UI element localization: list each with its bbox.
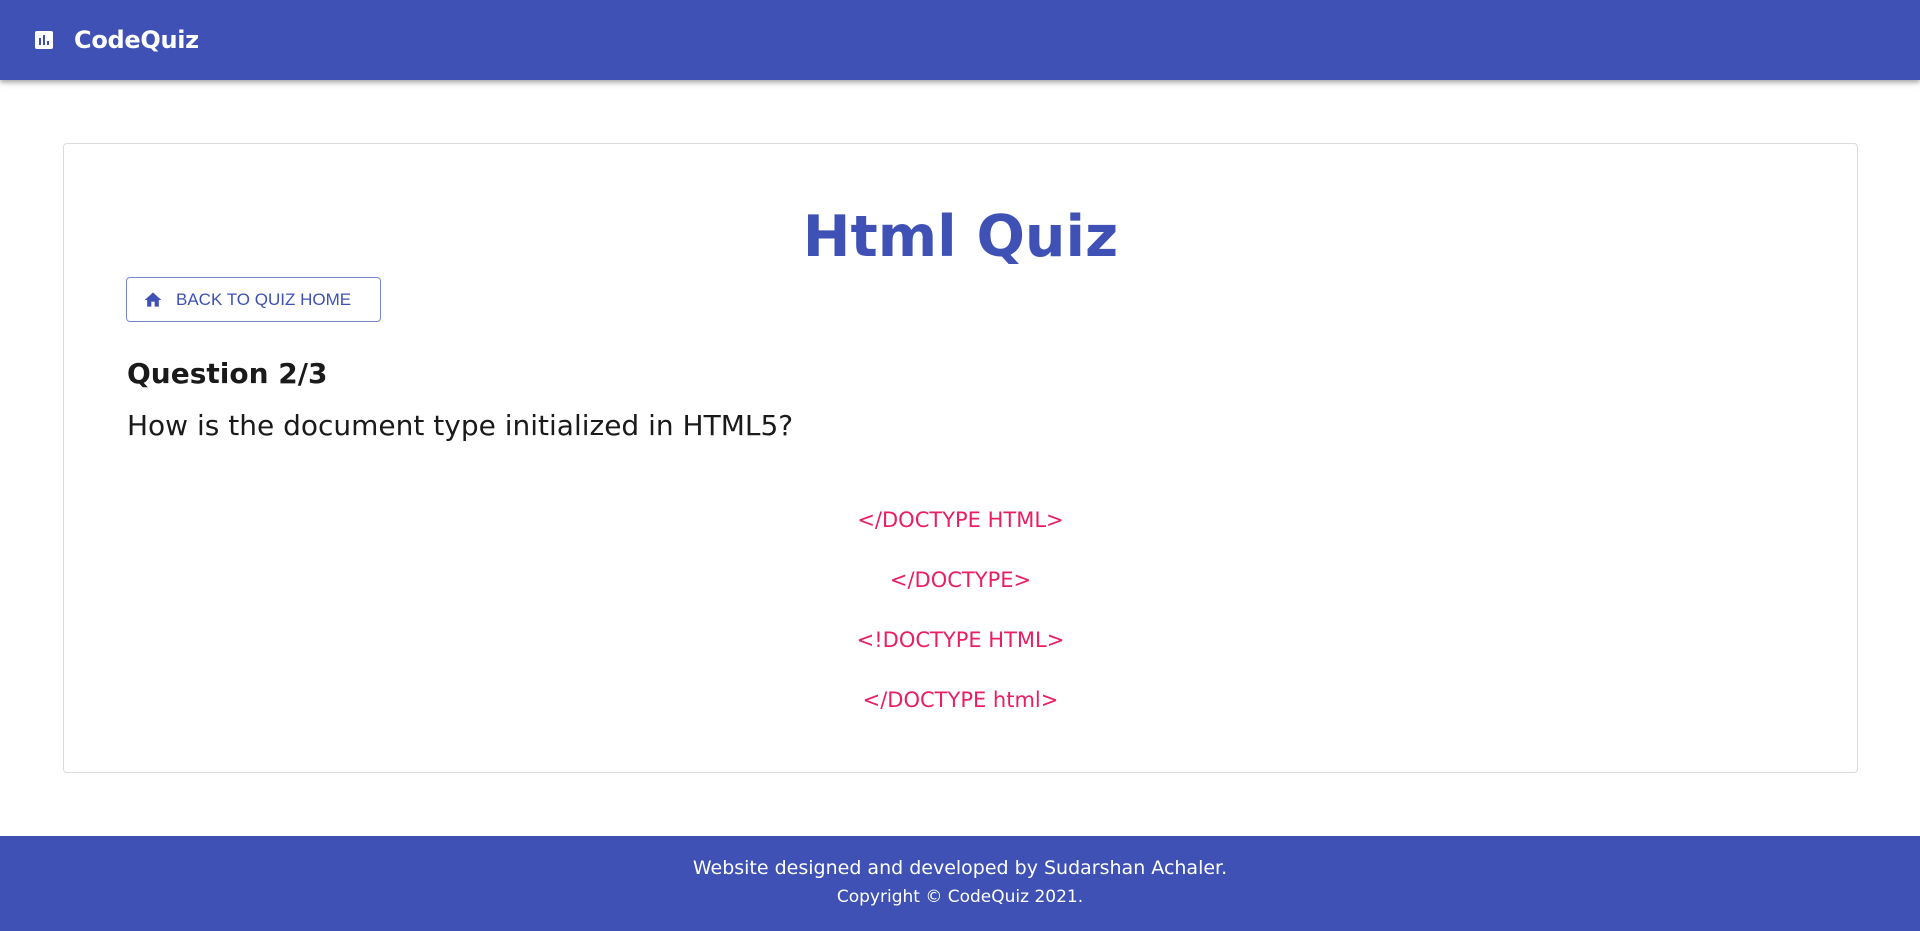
answer-option[interactable]: </DOCTYPE HTML>: [64, 490, 1857, 550]
footer-copyright: Copyright © CodeQuiz 2021.: [836, 887, 1084, 907]
question-number: Question 2/3: [127, 357, 328, 390]
answer-option-label[interactable]: </DOCTYPE html>: [863, 688, 1059, 712]
answer-option-label[interactable]: <!DOCTYPE HTML>: [857, 628, 1065, 652]
answer-options: </DOCTYPE HTML> </DOCTYPE> <!DOCTYPE HTM…: [64, 490, 1857, 730]
answer-option[interactable]: </DOCTYPE>: [64, 550, 1857, 610]
back-to-quiz-home-button[interactable]: Back to Quiz Home: [126, 277, 381, 322]
answer-option-label[interactable]: </DOCTYPE>: [890, 568, 1031, 592]
brand-name[interactable]: CodeQuiz: [74, 26, 199, 54]
home-icon: [143, 290, 163, 310]
answer-option[interactable]: <!DOCTYPE HTML>: [64, 610, 1857, 670]
quiz-title: Html Quiz: [802, 204, 1119, 270]
back-button-label: Back to Quiz Home: [176, 289, 352, 309]
footer: Website designed and developed by Sudars…: [0, 836, 1920, 931]
app-bar: CodeQuiz: [0, 0, 1920, 80]
question-text: How is the document type initialized in …: [127, 409, 794, 442]
quiz-card: Html Quiz Back to Quiz Home Question 2/3…: [63, 143, 1858, 773]
footer-credit: Website designed and developed by Sudars…: [692, 857, 1228, 879]
answer-option-label[interactable]: </DOCTYPE HTML>: [857, 508, 1063, 532]
answer-option[interactable]: </DOCTYPE html>: [64, 670, 1857, 730]
bar-chart-icon: [32, 28, 56, 52]
